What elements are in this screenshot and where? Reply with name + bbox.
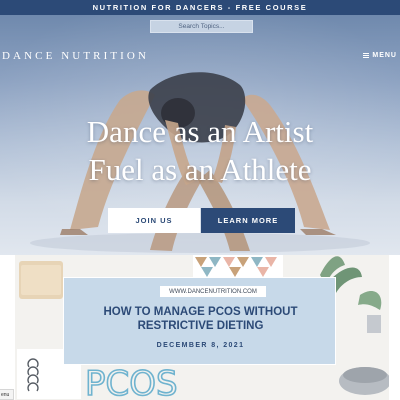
hero-headline: Dance as an Artist Fuel as an Athlete bbox=[0, 113, 400, 189]
headline-line-1: Dance as an Artist bbox=[86, 114, 314, 149]
announcement-text[interactable]: NUTRITION FOR DANCERS - FREE COURSE bbox=[93, 3, 308, 12]
hamburger-icon bbox=[363, 53, 370, 58]
search-input[interactable] bbox=[150, 20, 253, 33]
headline-line-2: Fuel as an Athlete bbox=[88, 152, 312, 187]
learn-more-button[interactable]: LEARN MORE bbox=[201, 208, 295, 233]
floating-menu-tab[interactable]: enu bbox=[0, 389, 14, 400]
site-logo[interactable]: DANCE NUTRITION bbox=[2, 50, 149, 62]
menu-label: MENU bbox=[372, 52, 397, 59]
announcement-bar[interactable]: NUTRITION FOR DANCERS - FREE COURSE bbox=[0, 0, 400, 15]
hero-section: DANCE NUTRITION MENU Dance as an Artist … bbox=[0, 15, 400, 255]
menu-button[interactable]: MENU bbox=[363, 52, 397, 59]
post-title[interactable]: HOW TO MANAGE PCOS WITHOUT RESTRICTIVE D… bbox=[72, 305, 329, 333]
post-title-line-2: RESTRICTIVE DIETING bbox=[137, 320, 264, 332]
pcos-handwriting: PCOS bbox=[85, 364, 178, 400]
featured-post-card[interactable]: WWW.DANCENUTRITION.COM HOW TO MANAGE PCO… bbox=[63, 277, 336, 365]
post-source-badge: WWW.DANCENUTRITION.COM bbox=[160, 286, 266, 297]
join-us-button[interactable]: JOIN US bbox=[108, 208, 200, 233]
post-date: DECEMBER 8, 2021 bbox=[156, 342, 245, 349]
post-title-line-1: HOW TO MANAGE PCOS WITHOUT bbox=[103, 306, 298, 318]
